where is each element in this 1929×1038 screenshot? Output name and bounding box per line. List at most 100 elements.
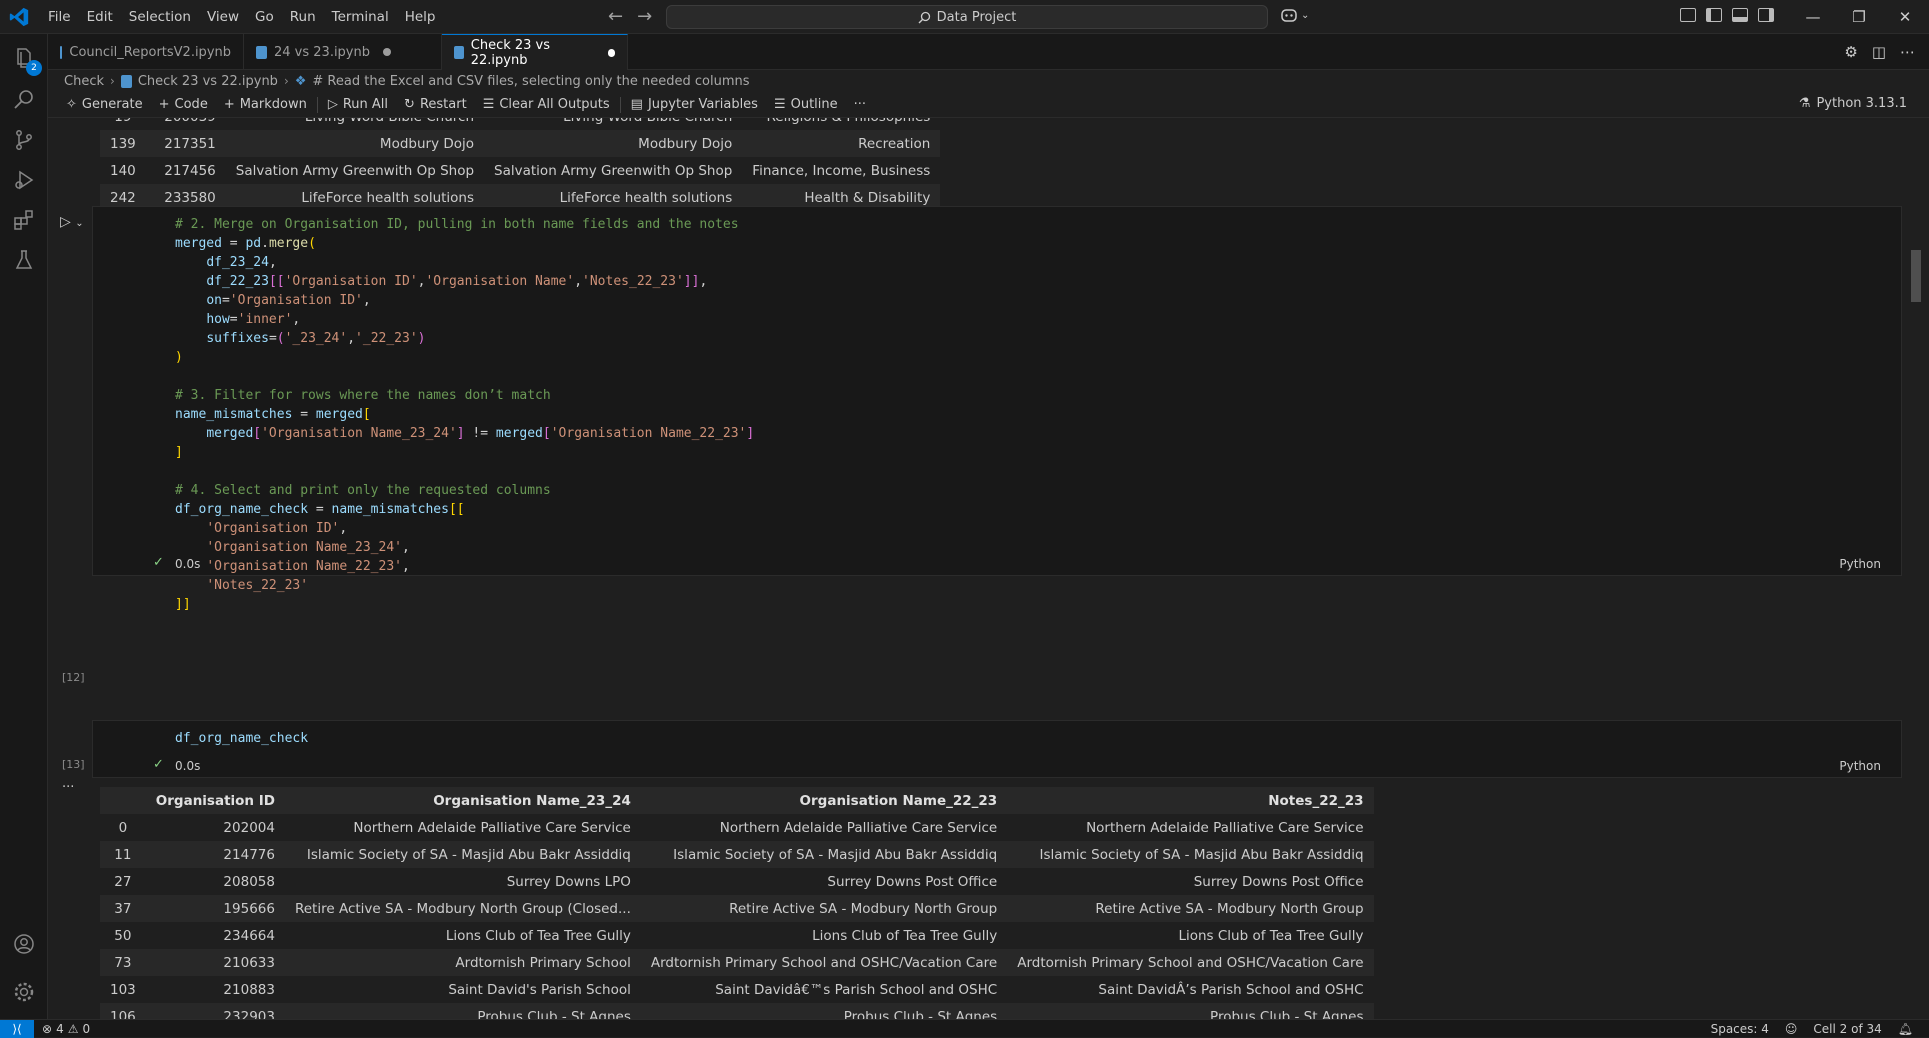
table-cell: Islamic Society of SA - Masjid Abu Bakr … (640, 841, 1008, 868)
breadcrumb-file[interactable]: Check 23 vs 22.ipynb (138, 74, 278, 89)
testing-icon[interactable] (12, 248, 36, 272)
source-control-icon[interactable] (12, 128, 36, 152)
table-cell: 210883 (223, 981, 275, 998)
menu-help[interactable]: Help (397, 5, 444, 29)
row-index: 19 (100, 118, 146, 130)
table-cell: 232903 (145, 1003, 285, 1019)
table-cell: Living Word Bible Church (484, 118, 742, 130)
copilot-button[interactable]: ⌄ (1280, 7, 1309, 23)
clear-outputs-button[interactable]: ☰ Clear All Outputs (475, 97, 618, 112)
run-debug-icon[interactable] (12, 168, 36, 192)
activity-bar: 2 (0, 34, 48, 1019)
menu-file[interactable]: File (40, 5, 79, 29)
row-index: 103 (110, 981, 136, 998)
menu-edit[interactable]: Edit (79, 5, 121, 29)
breadcrumb-cell[interactable]: # Read the Excel and CSV files, selectin… (312, 74, 749, 89)
table-cell: Northern Adelaide Palliative Care Servic… (1086, 819, 1364, 836)
menu-terminal[interactable]: Terminal (324, 5, 397, 29)
run-cell-button[interactable]: ▷ ⌄ (60, 214, 84, 230)
table-cell: 202004 (223, 819, 275, 836)
notebook-file-icon (454, 46, 464, 59)
settings-gear-icon[interactable] (12, 980, 36, 1004)
table-cell: 208058 (223, 873, 275, 890)
code-cell-12[interactable]: # 2. Merge on Organisation ID, pulling i… (92, 206, 1902, 612)
indentation-indicator[interactable]: Spaces: 4 (1703, 1022, 1777, 1036)
table-row: 106 232903 Probus Club - St Agnes Probus Cl… (100, 1003, 1374, 1019)
generate-button[interactable]: ✧ Generate (58, 97, 151, 112)
tab-council-reports[interactable]: Council_ReportsV2.ipynb (48, 34, 244, 70)
tab-check-23-vs-22[interactable]: Check 23 vs 22.ipynb (442, 34, 628, 70)
close-icon[interactable]: ✕ (1882, 0, 1928, 34)
table-cell: Probus Club - St Agnes (284, 1003, 641, 1019)
variables-icon: ▤ (630, 97, 643, 112)
flask-icon: ⚗ (1798, 96, 1811, 111)
unsaved-dot-icon[interactable] (607, 48, 616, 57)
restart-button[interactable]: ↻ Restart (396, 97, 475, 112)
dataframe-output-table: Organisation ID Organisation Name_23_24 Or… (100, 787, 1374, 1019)
unsaved-dot-icon[interactable] (383, 48, 391, 56)
menu-selection[interactable]: Selection (121, 5, 199, 29)
table-cell: 195666 (145, 895, 285, 922)
toggle-panel-icon[interactable] (1732, 8, 1748, 22)
table-cell: 234664 (223, 927, 275, 944)
split-editor-icon[interactable]: ◫ (1872, 43, 1886, 61)
cell-language[interactable]: Python (1839, 759, 1881, 773)
code-editor-cell-13[interactable]: df_org_name_check (93, 721, 1901, 748)
add-code-cell-button[interactable]: + Code (151, 97, 216, 112)
column-header: Organisation Name_23_24 (284, 787, 641, 814)
menu-view[interactable]: View (199, 5, 247, 29)
notebook-file-icon (120, 74, 132, 88)
execution-count: [12] (62, 671, 85, 684)
table-cell: Lions Club of Tea Tree Gully (812, 927, 998, 944)
restart-icon: ↻ (404, 97, 415, 112)
restore-icon[interactable]: ❐ (1836, 0, 1882, 34)
add-markdown-cell-button[interactable]: + Markdown (216, 97, 315, 112)
back-arrow-icon[interactable]: ← (608, 6, 623, 27)
command-center-search[interactable]: Data Project (666, 5, 1268, 29)
problems-indicator[interactable]: ⊗ 4 ⚠ 0 (34, 1022, 98, 1036)
run-all-button[interactable]: ▷ Run All (320, 97, 396, 112)
outline-icon: ☰ (773, 97, 786, 112)
outline-button[interactable]: ☰ Outline (766, 97, 846, 112)
code-cell-13[interactable]: df_org_name_check ✓ 0.0s Python (92, 720, 1902, 778)
error-icon: ⊗ (42, 1021, 53, 1036)
cell-position[interactable]: Cell 2 of 34 (1805, 1022, 1889, 1036)
menu-go[interactable]: Go (247, 5, 282, 29)
customize-layout-icon[interactable] (1680, 8, 1696, 22)
breadcrumb-folder[interactable]: Check (64, 74, 104, 89)
tab-label: 24 vs 23.ipynb (274, 44, 370, 60)
copilot-status-icon[interactable]: ☺ (1777, 1022, 1806, 1036)
jupyter-variables-button[interactable]: ▤ Jupyter Variables (623, 97, 766, 112)
table-cell: Ardtornish Primary School (284, 949, 641, 976)
vertical-scrollbar-thumb[interactable] (1911, 250, 1921, 302)
output-actions-button[interactable]: ··· (62, 780, 74, 795)
explorer-badge: 2 (26, 60, 42, 76)
search-icon[interactable] (12, 88, 36, 112)
extensions-icon[interactable] (12, 208, 36, 232)
tab-label: Check 23 vs 22.ipynb (470, 37, 551, 68)
kernel-picker[interactable]: ⚗ Python 3.13.1 (1799, 96, 1907, 111)
table-cell: Living Word Bible Church (226, 118, 484, 130)
toggle-secondary-sidebar-icon[interactable] (1758, 8, 1774, 22)
row-index: 0 (118, 819, 128, 836)
table-row: 103 210883 Saint David's Parish School Sain… (100, 976, 1374, 1003)
table-row: 0 202004 Northern Adelaide Palliative Care… (100, 814, 1374, 841)
remote-indicator-icon[interactable]: ⟩⟨ (0, 1019, 34, 1038)
minimize-icon[interactable]: — (1790, 0, 1836, 34)
table-cell: Ardtornish Primary School and OSHC/Vacat… (640, 949, 1008, 976)
menu-run[interactable]: Run (282, 5, 324, 29)
table-header-row: Organisation ID Organisation Name_23_24 Or… (100, 787, 1374, 814)
account-icon[interactable] (12, 932, 36, 956)
notifications-bell-icon[interactable]: 🔔︎ (1890, 1022, 1921, 1036)
cell-language[interactable]: Python (1839, 557, 1881, 571)
notebook-editor[interactable]: 19200039Living Word Bible ChurchLiving W… (48, 118, 1908, 1019)
tab-24-vs-23[interactable]: 24 vs 23.ipynb (244, 34, 442, 70)
notebook-settings-gear-icon[interactable]: ⚙ (1844, 43, 1857, 61)
forward-arrow-icon[interactable]: → (637, 6, 652, 27)
explorer-icon[interactable]: 2 (12, 46, 42, 76)
table-cell: Salvation Army Greenwith Op Shop (494, 162, 733, 179)
toolbar-more-button[interactable]: ··· (846, 97, 874, 112)
toggle-primary-sidebar-icon[interactable] (1706, 8, 1722, 22)
sparkle-icon: ✧ (66, 97, 77, 112)
more-actions-icon[interactable]: ⋯ (1900, 43, 1915, 61)
